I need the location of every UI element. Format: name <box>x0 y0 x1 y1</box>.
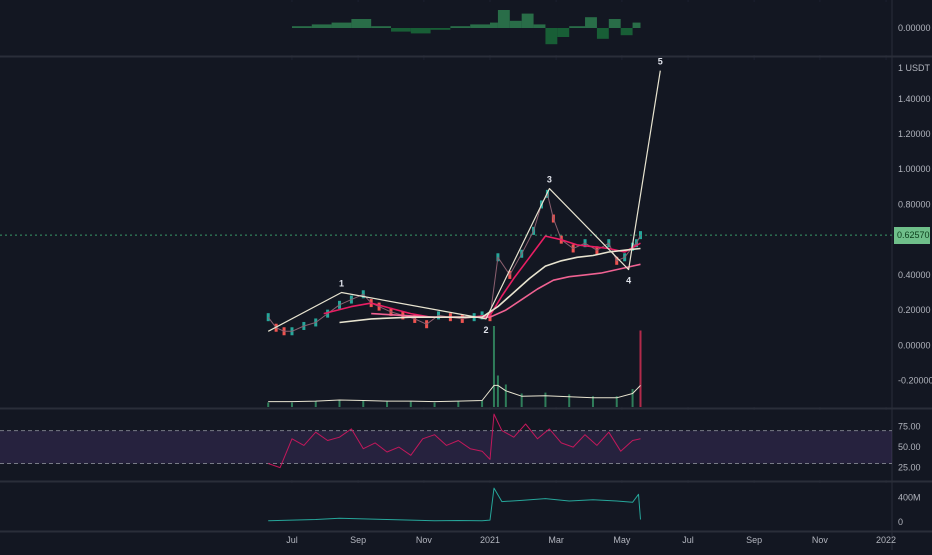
top-oscillator-bar <box>430 28 451 30</box>
top-oscillator-bar <box>620 28 633 36</box>
top-oscillator-bar <box>410 28 431 34</box>
top-oscillator-bar <box>450 26 471 28</box>
pane-vol <box>0 483 892 530</box>
x-tick-label: Sep <box>350 535 366 545</box>
top-oscillator-bar <box>331 22 352 28</box>
chart-root: 1 2 3 4 5 Jul Sep Nov 2021 Mar May Jul Sep Nov 2022 1.… <box>0 0 932 550</box>
top-oscillator-bar <box>569 26 586 28</box>
volume-bar <box>314 401 317 407</box>
elliott-wave-label: 3 <box>547 175 552 185</box>
top-oscillator-bar <box>509 20 522 28</box>
volume-bar <box>338 399 341 407</box>
rsi-band-fill <box>0 430 892 464</box>
x-tick-label: Nov <box>416 535 433 545</box>
top-oscillator-bar <box>390 28 411 32</box>
panes-layer <box>0 0 932 550</box>
volume-bar <box>290 402 293 407</box>
volume-bar <box>362 400 365 407</box>
price-tick-label: 0.00000 <box>898 340 931 350</box>
price-tick-label: 0.80000 <box>898 199 931 209</box>
top-oscillator-bar <box>470 24 490 28</box>
rsi-tick-label: 25.00 <box>898 463 921 473</box>
volume-bar <box>631 389 634 407</box>
rsi-tick-label: 50.00 <box>898 442 921 452</box>
x-tick-label: Sep <box>746 535 762 545</box>
top-oscillator-bar <box>596 28 609 39</box>
top-oscillator-bar <box>490 22 498 28</box>
x-tick-label: 2021 <box>480 535 500 545</box>
top-oscillator-bar <box>351 19 372 28</box>
volume-bar <box>544 392 547 407</box>
x-tick-label: Nov <box>812 535 829 545</box>
volume-bar <box>409 401 412 407</box>
volume-line-tick-label: 400M <box>898 492 921 502</box>
volume-line-tick-label: 0 <box>898 517 903 527</box>
volume-bar <box>496 375 499 407</box>
rsi-tick-label: 75.00 <box>898 421 921 431</box>
volume-bar <box>386 401 389 407</box>
top-oscillator-bar <box>291 26 312 28</box>
x-tick-label: May <box>613 535 631 545</box>
x-tick-label: Mar <box>548 535 564 545</box>
price-candle <box>266 313 270 322</box>
price-tick-label: 1.00000 <box>898 164 931 174</box>
volume-bar <box>457 401 460 407</box>
pane-price <box>0 60 892 407</box>
price-unit-label: 1 USDT <box>898 63 931 73</box>
chart-canvas[interactable]: 1 2 3 4 5 Jul Sep Nov 2021 Mar May Jul Sep Nov 2022 1.… <box>0 0 932 550</box>
top-oscillator-zero-label: 0.00000 <box>898 23 931 33</box>
top-oscillator-bar <box>557 28 570 37</box>
top-oscillator-bar <box>545 28 558 45</box>
top-oscillator-bar <box>585 17 597 28</box>
elliott-wave-label: 4 <box>626 276 631 286</box>
volume-bar <box>492 326 495 407</box>
top-oscillator-bar <box>521 13 534 28</box>
current-price-label: 0.62570 <box>897 230 930 240</box>
price-tick-label: 1.40000 <box>898 94 931 104</box>
elliott-wave-label: 1 <box>339 279 344 289</box>
top-oscillator-bar <box>533 24 546 28</box>
volume-bar <box>481 400 484 407</box>
elliott-wave-label: 5 <box>658 57 663 67</box>
top-oscillator-bar <box>311 24 332 28</box>
top-oscillator-bar <box>371 26 391 28</box>
volume-bar <box>639 330 642 407</box>
volume-bar <box>267 402 270 407</box>
volume-bar <box>433 402 436 407</box>
price-tick-label: 1.20000 <box>898 129 931 139</box>
top-oscillator-bar <box>632 22 641 28</box>
top-oscillator-bar <box>608 19 621 28</box>
volume-bar <box>504 384 507 407</box>
price-tick-label: 0.40000 <box>898 270 931 280</box>
top-oscillator-bar <box>497 10 510 28</box>
x-tick-label: 2022 <box>876 535 896 545</box>
elliott-wave-label: 2 <box>484 325 489 335</box>
x-tick-label: Jul <box>682 535 694 545</box>
price-tick-label: 0.20000 <box>898 305 931 315</box>
x-tick-label: Jul <box>286 535 298 545</box>
price-tick-label: -0.20000 <box>898 376 932 386</box>
